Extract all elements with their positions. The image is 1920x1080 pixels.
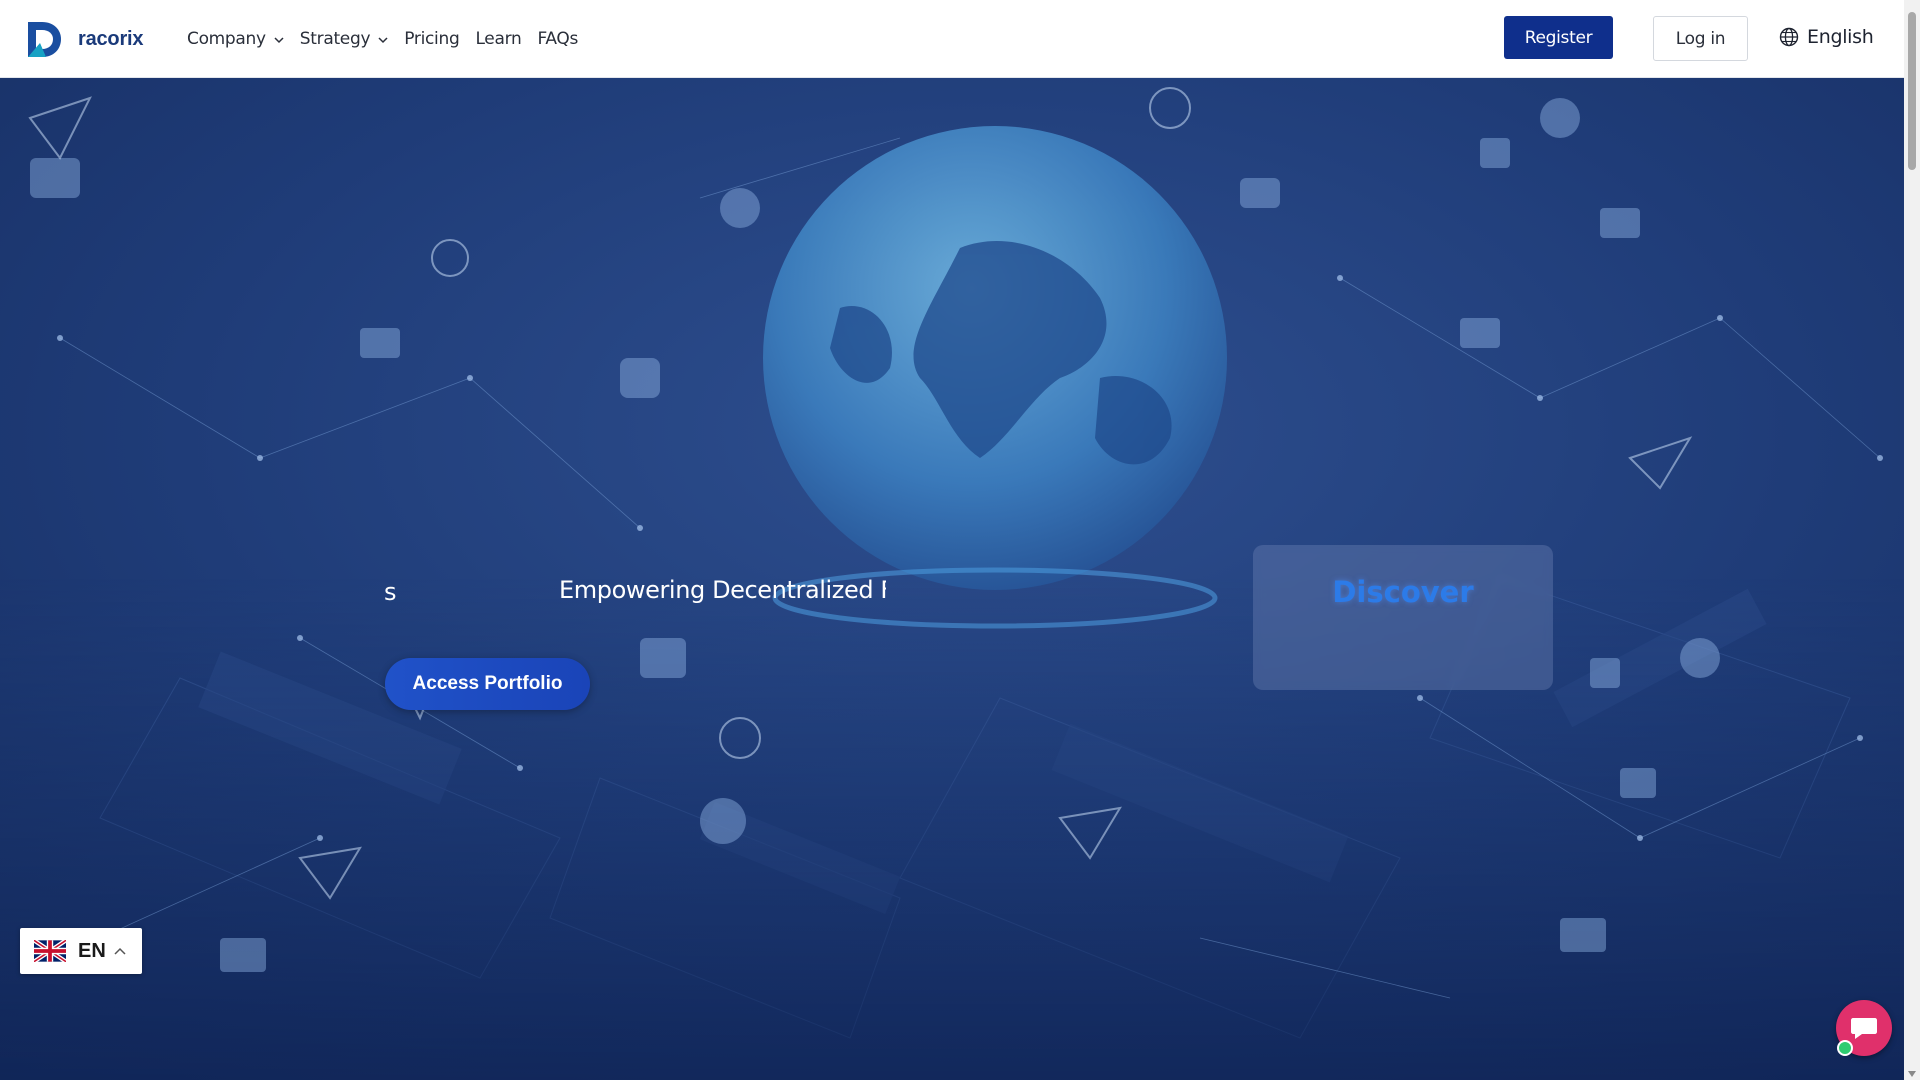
chevron-down-icon xyxy=(274,37,284,44)
brand-logo[interactable]: racorix xyxy=(24,19,144,59)
nav-item-label: Strategy xyxy=(299,29,371,49)
access-portfolio-button[interactable]: Access Portfolio xyxy=(385,658,590,710)
nav-item-label: Pricing xyxy=(404,29,460,49)
hero-tagline: Empowering Decentralized Finance xyxy=(559,576,886,604)
logo-mark-icon xyxy=(28,22,61,57)
page-scrollbar[interactable] xyxy=(1904,0,1920,1080)
nav-item-label: Company xyxy=(187,29,266,49)
hero-background-image xyxy=(0,78,1904,1080)
brand-name: racorix xyxy=(78,27,144,50)
login-button[interactable]: Log in xyxy=(1653,16,1748,61)
nav-item-label: Learn xyxy=(475,29,522,49)
scroll-down-arrow-icon[interactable] xyxy=(1908,1071,1916,1077)
register-button[interactable]: Register xyxy=(1504,16,1613,59)
language-label: English xyxy=(1807,26,1874,48)
hero-section: s Empowering Decentralized Finance Acces… xyxy=(0,78,1904,1080)
nav-item-company[interactable]: Company xyxy=(187,29,284,49)
language-selector[interactable]: English xyxy=(1779,26,1874,48)
hero-scroll-fragment: s xyxy=(384,578,397,606)
online-status-indicator xyxy=(1837,1040,1853,1056)
nav-item-pricing[interactable]: Pricing xyxy=(404,29,460,49)
nav-item-strategy[interactable]: Strategy xyxy=(300,29,388,49)
nav-item-label: FAQs xyxy=(537,29,579,49)
scrollbar-thumb[interactable] xyxy=(1908,12,1916,170)
chevron-up-icon xyxy=(114,947,126,955)
globe-icon xyxy=(1779,27,1799,47)
uk-flag-icon xyxy=(34,940,66,962)
chevron-down-icon xyxy=(378,37,388,44)
site-header: racorix Company Strategy Pricing Learn F… xyxy=(0,0,1904,78)
main-nav: Company Strategy Pricing Learn FAQs xyxy=(187,29,594,49)
tagline-marquee: Empowering Decentralized Finance xyxy=(559,576,886,604)
nav-item-faqs[interactable]: FAQs xyxy=(537,29,578,49)
nav-item-learn[interactable]: Learn xyxy=(475,29,521,49)
chat-bubble-icon xyxy=(1851,1018,1877,1039)
discover-card[interactable]: Discover xyxy=(1253,545,1553,690)
language-code: EN xyxy=(78,939,106,962)
language-switcher-widget[interactable]: EN xyxy=(20,928,142,974)
discover-label: Discover xyxy=(1332,575,1474,609)
